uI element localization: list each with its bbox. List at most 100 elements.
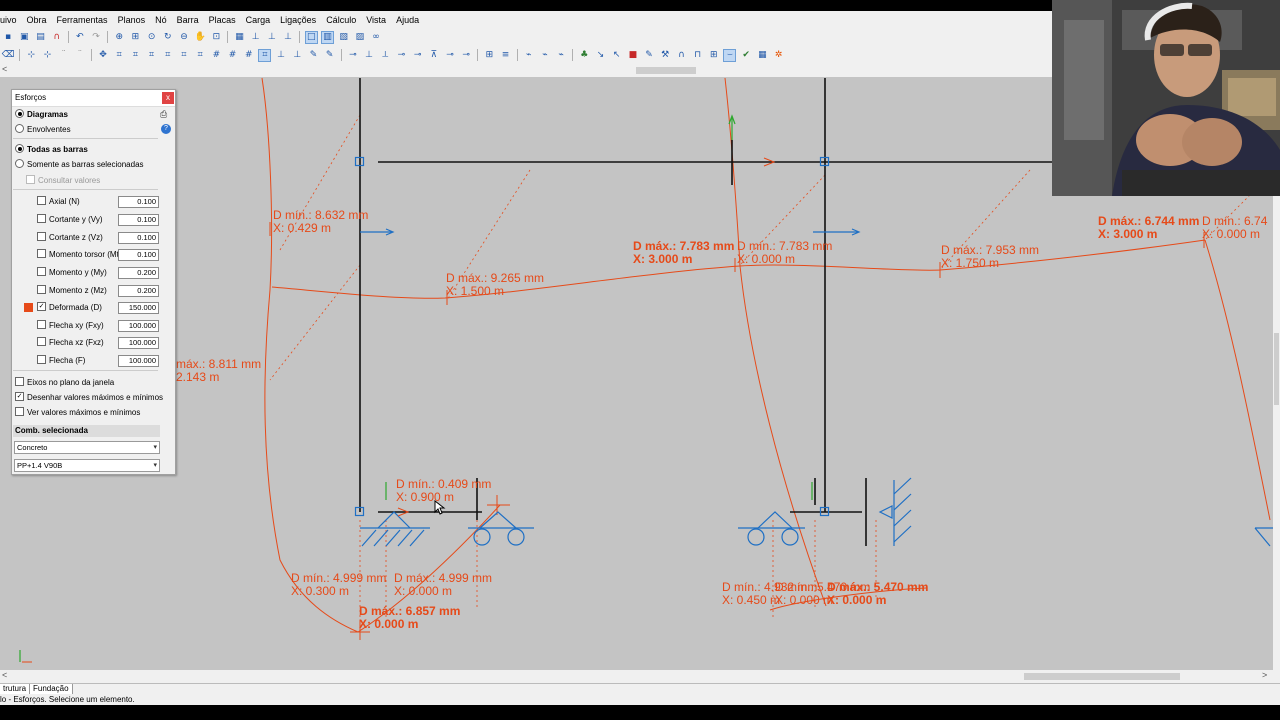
pan-icon[interactable]: ✋ [195,32,206,43]
tab-estrutura[interactable]: trutura [0,684,31,694]
radio-todas-barras[interactable]: Todas as barras [15,144,88,154]
refresh-icon[interactable]: ↻ [162,32,173,43]
radio-icon[interactable] [15,144,24,154]
diagram-n-icon[interactable]: ⌁ [523,50,534,61]
scale-input[interactable]: 100.000 [118,320,159,332]
save-icon[interactable]: ▪ [3,32,14,43]
effort-diagram-icon[interactable]: ⌗ [258,48,272,62]
option-eixos-plano[interactable]: Eixos no plano da janela [15,377,114,387]
frame-icon[interactable]: ⊓ [692,50,703,61]
menu-item-ferramentas[interactable]: Ferramentas [52,15,113,25]
zoom-in-icon[interactable]: ⊕ [114,32,125,43]
arrow-down-icon[interactable]: ↘ [595,50,606,61]
link-edit-icon[interactable]: ⊸ [396,50,407,61]
option-ver-valores[interactable]: Ver valores máximos e mínimos [15,407,140,417]
cube-icon[interactable]: ■ [627,50,638,61]
checkbox-icon[interactable] [37,232,46,242]
checkbox-icon[interactable] [37,320,46,330]
radio-envolventes[interactable]: Envolventes [15,124,71,134]
bar-describe-icon[interactable]: ⌗ [130,50,141,61]
menu-item-no[interactable]: Nó [150,15,172,25]
scale-input[interactable]: 0.200 [118,285,159,297]
effort-item-flecha-xz[interactable]: Flecha xz (Fxz) [37,337,104,347]
link-release-icon[interactable]: ⊸ [412,50,423,61]
radio-icon[interactable] [15,124,24,134]
bar-icon[interactable]: ⌗ [114,50,125,61]
zoom-window-icon[interactable]: ⊞ [130,32,141,43]
scroll-thumb[interactable] [636,67,696,74]
select-icon[interactable]: ▨ [354,32,365,43]
checkbox-icon[interactable] [15,377,24,387]
table-icon[interactable]: ▦ [757,50,768,61]
print-icon[interactable]: ▤ [35,32,46,43]
effort-item-momento-torsor[interactable]: Momento torsor (Mt) [37,249,121,259]
move-icon[interactable]: ✥ [98,50,109,61]
support-icon[interactable]: ⊼ [428,50,439,61]
tab-fundacao[interactable]: Fundação [30,684,73,694]
plate-icon[interactable]: # [243,50,254,61]
bar-join-icon[interactable]: ⌗ [178,50,189,61]
node-delete-icon[interactable]: ⊹ [42,50,53,61]
checkbox-icon[interactable] [37,285,46,295]
checkbox-icon[interactable] [37,337,46,347]
link-icon[interactable]: ⊸ [347,50,358,61]
arrow-up-icon[interactable]: ↖ [611,50,622,61]
panel-titlebar[interactable]: Esforços x [12,90,175,107]
zoom-previous-icon[interactable]: ⊡ [211,32,222,43]
effort-item-axial[interactable]: Axial (N) [37,196,80,206]
scroll-left-icon[interactable]: < [2,64,7,74]
combination-select[interactable]: PP+1.4 V90B ▾ [14,459,160,472]
pencil-icon[interactable]: ✎ [644,50,655,61]
material-select[interactable]: Concreto ▾ [14,441,160,454]
grid-view-icon[interactable]: ▥ [320,30,334,44]
eraser-icon[interactable]: ⌫ [2,50,15,61]
menu-item-ligacoes[interactable]: Ligações [275,15,321,25]
tree-icon[interactable]: ♣ [579,50,590,61]
close-button[interactable]: x [162,92,174,104]
axis-icon[interactable]: ⊥ [250,32,261,43]
radio-icon[interactable] [15,159,24,169]
link-fixed-icon[interactable]: ⟂ [380,50,391,61]
menu-item-obra[interactable]: Obra [22,15,52,25]
load-delete-icon[interactable]: ✎ [324,50,335,61]
checkbox-icon[interactable]: ✓ [15,392,24,402]
node-move-icon[interactable]: ¨ [58,50,69,61]
menu-item-vista[interactable]: Vista [361,15,391,25]
scale-input[interactable]: 0.100 [118,249,159,261]
effort-item-flecha-xy[interactable]: Flecha xy (Fxy) [37,320,104,330]
option-desenhar-valores[interactable]: ✓ Desenhar valores máximos e mínimos [15,392,163,402]
calc-icon[interactable]: ⊞ [484,50,495,61]
effort-item-momento-y[interactable]: Momento y (My) [37,267,107,277]
effort-item-momento-z[interactable]: Momento z (Mz) [37,285,107,295]
frame-view-icon[interactable]: □ [304,30,318,44]
scale-input[interactable]: 0.100 [118,196,159,208]
column-icon[interactable]: ⊞ [708,50,719,61]
scale-input[interactable]: 0.100 [118,232,159,244]
scroll-thumb[interactable] [1274,333,1279,405]
open-icon[interactable]: ▣ [19,32,30,43]
horizontal-scrollbar-top[interactable]: < [0,64,1060,77]
axis-xy-icon[interactable]: ⊥ [266,32,277,43]
radio-diagramas[interactable]: Diagramas [15,109,68,119]
deformada-color-swatch[interactable] [24,303,33,312]
layers-icon[interactable]: ▧ [338,32,349,43]
view-3d-icon[interactable]: ▦ [234,32,245,43]
checkbox-icon[interactable] [37,214,46,224]
scale-input[interactable]: 150.000 [118,302,159,314]
menu-item-carga[interactable]: Carga [241,15,276,25]
wrench-icon[interactable]: ⚒ [660,50,671,61]
node-copy-icon[interactable]: ¨ [74,50,85,61]
checkbox-icon[interactable] [37,355,46,365]
zoom-all-icon[interactable]: ⊙ [146,32,157,43]
scroll-left-icon[interactable]: < [2,670,7,680]
load-node-icon[interactable]: ⊥ [276,50,287,61]
checkbox-icon[interactable] [37,267,46,277]
menu-item-ajuda[interactable]: Ajuda [391,15,424,25]
link-hinge-icon[interactable]: ⊥ [364,50,375,61]
support-delete-icon[interactable]: ⊸ [461,50,472,61]
checkbox-icon[interactable] [37,249,46,259]
scroll-right-icon[interactable]: > [1262,670,1267,680]
scroll-thumb[interactable] [1024,673,1180,680]
radio-icon[interactable] [15,109,24,119]
grid-icon[interactable]: # [211,50,222,61]
